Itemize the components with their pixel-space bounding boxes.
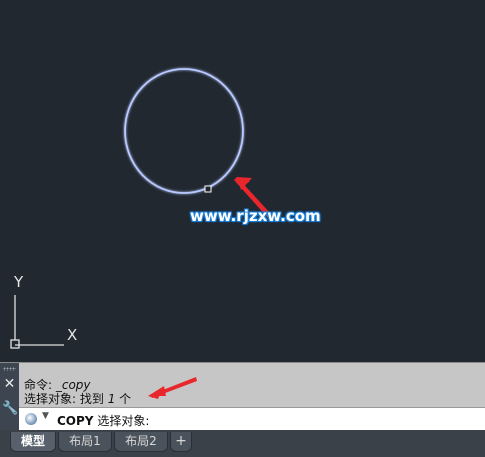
- command-input[interactable]: ▼ COPY 选择对象:: [19, 407, 485, 431]
- add-tab-button[interactable]: +: [170, 432, 192, 452]
- tab-layout1[interactable]: 布局1: [58, 432, 112, 452]
- drawing-svg[interactable]: [0, 0, 485, 362]
- chevron-down-icon[interactable]: ▼: [42, 411, 49, 421]
- ucs-icon: [10, 295, 64, 349]
- layout-tab-bar: 模型 布局1 布局2 +: [0, 430, 485, 457]
- command-icon[interactable]: [25, 413, 37, 425]
- tab-layout2[interactable]: 布局2: [114, 432, 168, 452]
- watermark-text: www.rjzxw.com: [190, 207, 321, 225]
- command-panel: ✕ 🔧 命令: _copy 选择对象: 找到 1 个 ▼ COPY 选择对象:: [0, 362, 485, 431]
- command-prompt: 选择对象:: [93, 414, 150, 428]
- circle-grip[interactable]: [204, 185, 212, 193]
- command-input-text: COPY 选择对象:: [57, 412, 149, 429]
- command-name: COPY: [57, 414, 94, 428]
- drawing-canvas[interactable]: www.rjzxw.com Y X: [0, 0, 485, 362]
- ucs-x-label: X: [67, 326, 78, 344]
- tab-model[interactable]: 模型: [10, 432, 56, 452]
- ucs-y-label: Y: [14, 273, 24, 291]
- selected-circle[interactable]: [124, 68, 244, 194]
- red-arrow-icon-2: [148, 377, 197, 399]
